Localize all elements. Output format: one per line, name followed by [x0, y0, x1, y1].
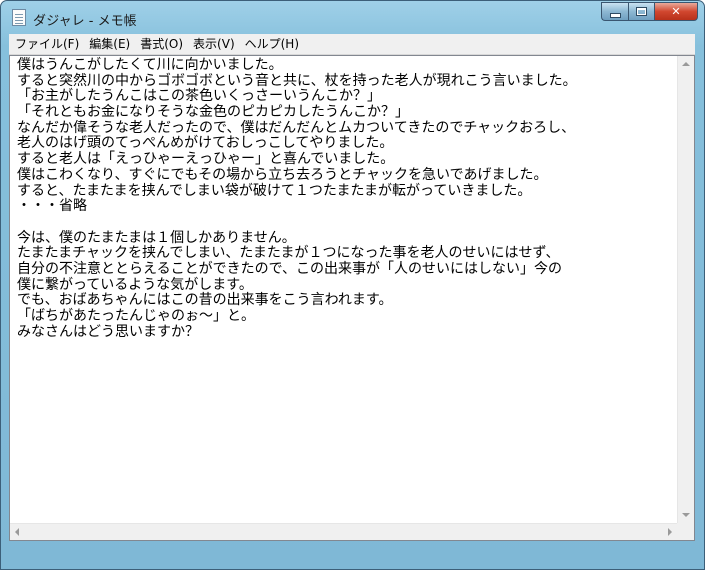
scroll-right-arrow-icon[interactable] — [668, 528, 672, 536]
scroll-down-arrow-icon[interactable] — [682, 513, 690, 517]
menu-bar: ファイル(F) 編集(E) 書式(O) 表示(V) ヘルプ(H) — [9, 34, 695, 55]
vertical-scrollbar[interactable] — [677, 56, 694, 523]
text-line — [17, 215, 679, 231]
text-line: 「ばちがあたったんじゃのぉ～」と。 — [17, 308, 255, 324]
horizontal-scrollbar[interactable] — [10, 523, 677, 540]
text-line: たまたまチャックを挟んでしまい、たまたまが１つになった事を老人のせいにはせず、 — [17, 245, 560, 262]
text-line: すると老人は「えっひゃーえっひゃー」と喜んでいました。 — [17, 151, 395, 168]
notepad-window: ダジャレ - メモ帳 ✕ ファイル(F) 編集(E) 書式(O) 表示(V) ヘ… — [0, 0, 705, 570]
menu-help[interactable]: ヘルプ(H) — [240, 34, 304, 54]
minimize-button[interactable] — [601, 2, 628, 21]
maximize-button[interactable] — [628, 2, 654, 21]
menu-file[interactable]: ファイル(F) — [9, 34, 84, 54]
menu-edit[interactable]: 編集(E) — [84, 34, 135, 54]
text-line: 僕はうんこがしたくて川に向かいました。 — [17, 57, 283, 73]
close-icon: ✕ — [671, 5, 681, 18]
text-line: なんだか偉そうな老人だったので、僕はだんだんとムカついてきたのでチャックおろし、 — [17, 119, 576, 136]
scroll-left-arrow-icon[interactable] — [15, 528, 19, 536]
text-line: 「お主がしたうんこはこの茶色いくっさーいうんこか？」 — [17, 88, 381, 105]
window-bottom-frame — [9, 541, 695, 563]
close-button[interactable]: ✕ — [654, 2, 698, 21]
minimize-icon — [609, 12, 621, 18]
text-line: 今は、僕のたまたまは１個しかありません。 — [17, 229, 296, 246]
text-line: 「それともお金になりそうな金色のピカピカしたうんこか？」 — [17, 104, 409, 121]
title-bar[interactable]: ダジャレ - メモ帳 ✕ — [1, 1, 704, 34]
text-line: でも、おばあちゃんにはこの昔の出来事をこう言われます。 — [17, 292, 393, 309]
text-line: 老人のはげ頭のてっぺんめがけておしっこしてやりました。 — [17, 135, 394, 152]
menu-view[interactable]: 表示(V) — [188, 34, 240, 54]
menu-format[interactable]: 書式(O) — [135, 34, 188, 54]
notepad-icon[interactable] — [12, 9, 26, 26]
text-line: すると、たまたまを挟んでしまい袋が破けて１つたまたまが転がっていきました。 — [17, 182, 532, 199]
maximize-icon — [636, 7, 647, 16]
text-area[interactable]: 僕はうんこがしたくて川に向かいました。 すると突然川の中からゴボゴボという音と共… — [10, 56, 679, 540]
text-line: 僕はこわくなり、すぐにでもその場から立ち去ろうとチャックを急いであげました。 — [17, 166, 548, 183]
text-line: 自分の不注意ととらえることができたので、この出来事が「人のせいにはしない」今の — [17, 260, 563, 277]
text-line: 僕に繋がっているような気がします。 — [17, 276, 253, 293]
text-line: ・・・省略 — [17, 198, 87, 215]
text-line: みなさんはどう思いますか？ — [17, 323, 199, 340]
scroll-up-arrow-icon[interactable] — [682, 62, 690, 66]
size-grip[interactable] — [677, 523, 694, 540]
window-title: ダジャレ - メモ帳 — [33, 14, 137, 29]
text-editor[interactable]: 僕はうんこがしたくて川に向かいました。 すると突然川の中からゴボゴボという音と共… — [9, 55, 695, 541]
caption-buttons: ✕ — [601, 2, 698, 22]
